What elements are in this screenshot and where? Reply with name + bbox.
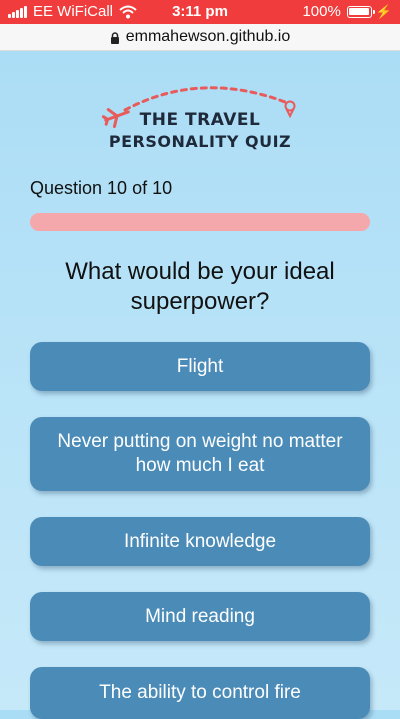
quiz-logo: THE TRAVEL PERSONALITY QUIZ xyxy=(95,80,305,160)
answer-button-knowledge[interactable]: Infinite knowledge xyxy=(30,517,370,566)
logo-title-line1: THE TRAVEL xyxy=(139,110,261,130)
url-text: emmahewson.github.io xyxy=(125,28,291,45)
battery-icon xyxy=(346,5,375,18)
question-counter: Question 10 of 10 xyxy=(30,178,173,198)
progress-fill xyxy=(30,213,370,231)
address-bar[interactable]: emmahewson.github.io xyxy=(0,24,400,51)
charging-icon: ⚡ xyxy=(375,3,392,19)
question-text: What would be your ideal superpower? xyxy=(65,258,335,315)
progress-bar xyxy=(30,213,370,231)
answer-button-fire[interactable]: The ability to control fire xyxy=(30,667,370,719)
answer-button-mind-reading[interactable]: Mind reading xyxy=(30,592,370,641)
status-bar: EE WiFiCall 3:11 pm 100% ⚡ xyxy=(0,0,400,24)
battery-percent: 100% xyxy=(302,3,341,20)
logo-title-line2: PERSONALITY QUIZ xyxy=(108,132,292,151)
lock-icon xyxy=(110,32,119,44)
answer-button-weight[interactable]: Never putting on weight no matter how mu… xyxy=(30,417,370,491)
answer-button-flight[interactable]: Flight xyxy=(30,342,370,391)
